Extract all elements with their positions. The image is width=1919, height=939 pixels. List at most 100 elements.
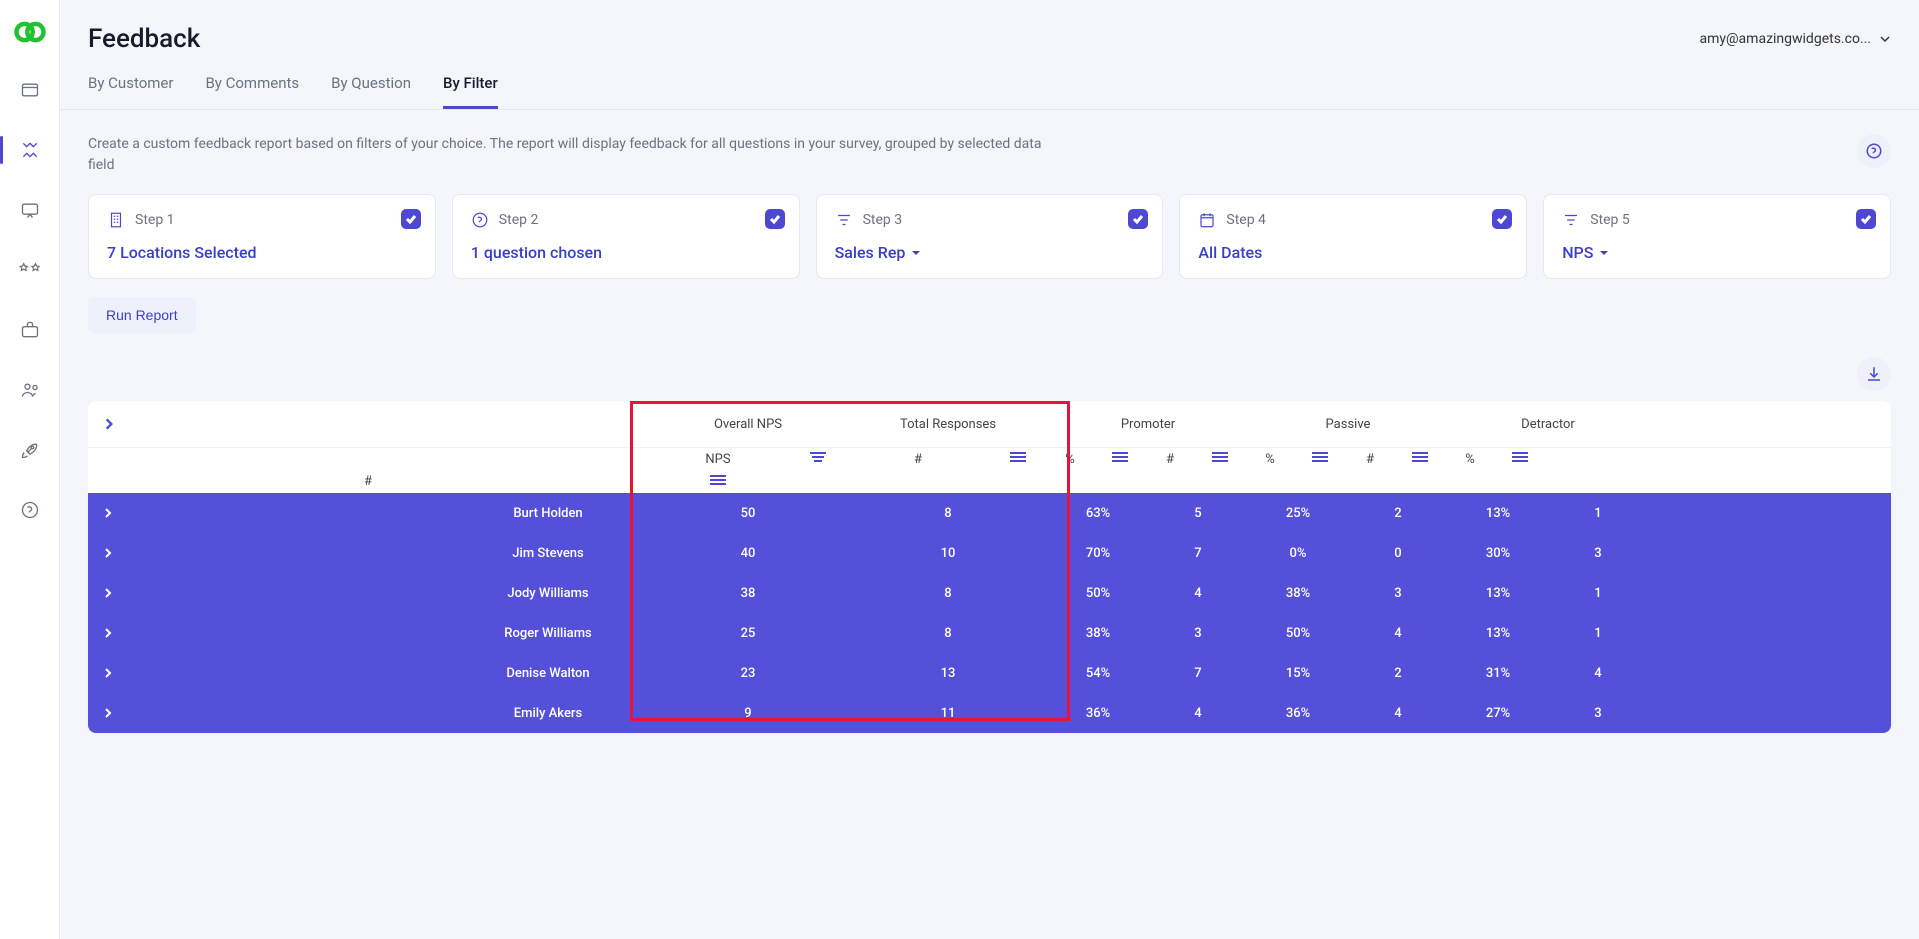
sort-icon[interactable]: [1192, 451, 1248, 467]
expand-row-button[interactable]: [88, 587, 128, 599]
sidebar-item-help[interactable]: [10, 490, 50, 530]
col-passive: Passive: [1248, 417, 1448, 432]
expand-row-button[interactable]: [88, 667, 128, 679]
step-4-value[interactable]: All Dates: [1198, 243, 1508, 262]
expand-row-button[interactable]: [88, 707, 128, 719]
check-icon: [765, 209, 785, 229]
step-1-value[interactable]: 7 Locations Selected: [107, 243, 417, 262]
expand-all-button[interactable]: [88, 417, 648, 431]
filter-icon: [835, 211, 853, 229]
sort-icon[interactable]: [1392, 451, 1448, 467]
sidebar-item-briefcase[interactable]: [10, 310, 50, 350]
sub-pn: #: [1148, 452, 1192, 467]
sort-icon[interactable]: [648, 474, 788, 490]
step-4[interactable]: Step 4 All Dates: [1179, 194, 1527, 279]
expand-row-button[interactable]: [88, 507, 128, 519]
col-overall-nps: Overall NPS: [648, 417, 848, 432]
tab-by-question[interactable]: By Question: [331, 74, 411, 109]
row-name: Roger Williams: [128, 626, 648, 641]
step-3[interactable]: Step 3 Sales Rep: [816, 194, 1164, 279]
table-row: Jody Williams 38 8 50% 4 38% 3 13% 1: [88, 573, 1891, 613]
step-5[interactable]: Step 5 NPS: [1543, 194, 1891, 279]
row-passive-pct: 0%: [1248, 546, 1348, 561]
row-total: 10: [848, 546, 1048, 561]
sub-nps: NPS: [648, 452, 788, 467]
step-1[interactable]: Step 1 7 Locations Selected: [88, 194, 436, 279]
row-passive-n: 3: [1348, 586, 1448, 601]
row-detractor-n: 1: [1548, 626, 1648, 641]
caret-down-icon: [1599, 248, 1609, 258]
row-passive-pct: 50%: [1248, 626, 1348, 641]
table-row: Denise Walton 23 13 54% 7 15% 2 31% 4: [88, 653, 1891, 693]
row-detractor-pct: 13%: [1448, 506, 1548, 521]
row-passive-pct: 38%: [1248, 586, 1348, 601]
row-detractor-pct: 30%: [1448, 546, 1548, 561]
row-promoter-n: 3: [1148, 626, 1248, 641]
row-detractor-pct: 31%: [1448, 666, 1548, 681]
row-name: Denise Walton: [128, 666, 648, 681]
user-menu[interactable]: amy@amazingwidgets.co...: [1699, 31, 1891, 47]
row-passive-pct: 25%: [1248, 506, 1348, 521]
row-total: 13: [848, 666, 1048, 681]
col-total-responses: Total Responses: [848, 417, 1048, 432]
tab-by-customer[interactable]: By Customer: [88, 74, 173, 109]
row-passive-n: 4: [1348, 706, 1448, 721]
row-promoter-pct: 70%: [1048, 546, 1148, 561]
row-promoter-n: 4: [1148, 586, 1248, 601]
step-2[interactable]: Step 2 1 question chosen: [452, 194, 800, 279]
row-name: Jim Stevens: [128, 546, 648, 561]
table-row: Roger Williams 25 8 38% 3 50% 4 13% 1: [88, 613, 1891, 653]
sidebar-item-users[interactable]: [10, 370, 50, 410]
sort-icon[interactable]: [1092, 451, 1148, 467]
sub-pp: %: [1048, 452, 1092, 467]
step-3-value[interactable]: Sales Rep: [835, 243, 1145, 262]
expand-row-button[interactable]: [88, 627, 128, 639]
table-row: Jim Stevens 40 10 70% 7 0% 0 30% 3: [88, 533, 1891, 573]
sort-icon[interactable]: [788, 451, 848, 467]
download-button[interactable]: [1857, 357, 1891, 391]
user-email: amy@amazingwidgets.co...: [1699, 31, 1871, 47]
sidebar-item-dashboard[interactable]: [10, 70, 50, 110]
sub-ap: %: [1248, 452, 1292, 467]
row-promoter-pct: 63%: [1048, 506, 1148, 521]
run-report-button[interactable]: Run Report: [88, 297, 196, 333]
tab-by-filter[interactable]: By Filter: [443, 74, 498, 109]
check-icon: [401, 209, 421, 229]
sidebar: [0, 0, 60, 939]
help-button[interactable]: [1857, 134, 1891, 168]
expand-row-button[interactable]: [88, 547, 128, 559]
row-nps: 9: [648, 706, 848, 721]
row-name: Emily Akers: [128, 706, 648, 721]
calendar-icon: [1198, 211, 1216, 229]
tabs: By Customer By Comments By Question By F…: [60, 66, 1919, 110]
check-icon: [1128, 209, 1148, 229]
sort-icon[interactable]: [988, 451, 1048, 467]
row-total: 8: [848, 626, 1048, 641]
sub-dp: %: [1448, 452, 1492, 467]
page-title: Feedback: [88, 24, 200, 54]
row-total: 8: [848, 506, 1048, 521]
sidebar-item-feedback[interactable]: [10, 130, 50, 170]
question-icon: [471, 211, 489, 229]
sort-icon[interactable]: [1292, 451, 1348, 467]
app-logo: [12, 14, 48, 50]
row-passive-n: 4: [1348, 626, 1448, 641]
row-passive-n: 0: [1348, 546, 1448, 561]
col-promoter: Promoter: [1048, 417, 1248, 432]
row-passive-pct: 36%: [1248, 706, 1348, 721]
row-passive-n: 2: [1348, 666, 1448, 681]
sidebar-item-reviews[interactable]: [10, 250, 50, 290]
row-nps: 40: [648, 546, 848, 561]
row-total: 8: [848, 586, 1048, 601]
tab-by-comments[interactable]: By Comments: [205, 74, 299, 109]
steps: Step 1 7 Locations Selected Step 2 1 que…: [88, 194, 1891, 279]
sidebar-item-rocket[interactable]: [10, 430, 50, 470]
sidebar-item-comments[interactable]: [10, 190, 50, 230]
step-5-value[interactable]: NPS: [1562, 243, 1872, 262]
step-label: Step 3: [863, 212, 903, 228]
row-passive-n: 2: [1348, 506, 1448, 521]
step-2-value[interactable]: 1 question chosen: [471, 243, 781, 262]
row-promoter-n: 4: [1148, 706, 1248, 721]
sub-total: #: [848, 452, 988, 467]
sort-icon[interactable]: [1492, 451, 1548, 467]
